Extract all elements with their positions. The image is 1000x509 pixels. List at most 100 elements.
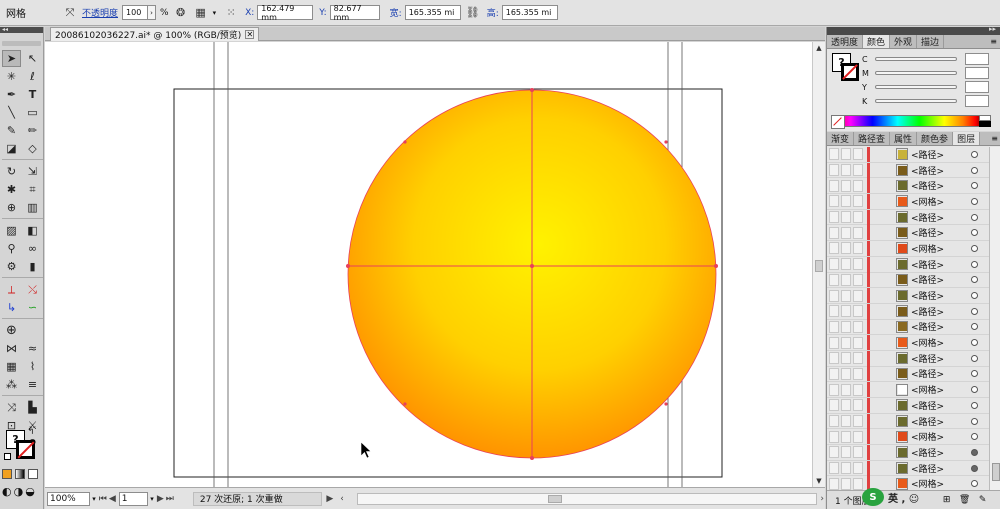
canvas-area[interactable]: [45, 42, 812, 487]
blob-brush-tool-icon[interactable]: ◪: [2, 140, 21, 157]
edit-toggle[interactable]: [853, 289, 863, 302]
lock-toggle[interactable]: [841, 336, 851, 349]
visibility-toggle[interactable]: [829, 273, 839, 286]
layer-row[interactable]: <路径>: [827, 272, 989, 289]
layer-row[interactable]: <路径>: [827, 303, 989, 320]
magenta-slider[interactable]: [875, 71, 957, 75]
target-circle-icon[interactable]: [971, 464, 978, 472]
layers-scrollbar[interactable]: [989, 147, 1000, 490]
none-mode-icon[interactable]: [28, 469, 38, 479]
layer-row[interactable]: <路径>: [827, 209, 989, 226]
lock-toggle[interactable]: [841, 430, 851, 443]
width-input[interactable]: 165.355 mi: [404, 5, 461, 20]
edit-toggle[interactable]: [853, 367, 863, 380]
opacity-input[interactable]: 100: [122, 5, 149, 20]
target-circle-icon[interactable]: [971, 354, 978, 362]
target-circle-icon[interactable]: [971, 276, 978, 284]
magenta-input[interactable]: [965, 67, 989, 79]
lasso-tool-icon[interactable]: ℓ: [23, 68, 42, 85]
lock-toggle[interactable]: [841, 211, 851, 224]
tab-attributes[interactable]: 属性: [890, 132, 918, 145]
gradient-tool-icon[interactable]: ◧: [23, 222, 42, 239]
yellow-input[interactable]: [965, 81, 989, 93]
list-tool-icon[interactable]: ≡: [23, 376, 42, 393]
artboard-number-field[interactable]: 1: [118, 491, 149, 506]
target-circle-icon[interactable]: [971, 323, 978, 331]
shape-builder-tool-icon[interactable]: ⊕: [2, 199, 21, 216]
tab-pathfinder[interactable]: 路径查: [854, 132, 891, 145]
target-circle-icon[interactable]: [971, 480, 978, 488]
lock-toggle[interactable]: [841, 258, 851, 271]
last-artboard-icon[interactable]: ⏭: [166, 494, 174, 504]
magic-wand-tool-icon[interactable]: ✳: [2, 68, 21, 85]
lock-toggle[interactable]: [841, 367, 851, 380]
edit-toggle[interactable]: [853, 164, 863, 177]
black-slider[interactable]: [875, 99, 957, 103]
lock-toggle[interactable]: [841, 462, 851, 475]
edit-toggle[interactable]: [853, 242, 863, 255]
edit-toggle[interactable]: [853, 195, 863, 208]
target-circle-icon[interactable]: [971, 401, 978, 409]
target-circle-icon[interactable]: [971, 307, 978, 315]
lock-toggle[interactable]: [841, 289, 851, 302]
first-artboard-icon[interactable]: ⏮: [99, 494, 107, 504]
layer-row[interactable]: <路径>: [827, 319, 989, 336]
visibility-toggle[interactable]: [829, 320, 839, 333]
cyan-slider[interactable]: [875, 57, 957, 61]
horizontal-scroll-thumb[interactable]: [547, 494, 562, 503]
line-tool-icon[interactable]: ╲: [2, 104, 21, 121]
zoom-dropdown-icon[interactable]: ▾: [92, 495, 96, 503]
lock-toggle[interactable]: [841, 446, 851, 459]
layer-row[interactable]: <路径>: [827, 413, 989, 430]
recolor-icon[interactable]: ❂: [174, 6, 188, 20]
visibility-toggle[interactable]: [829, 446, 839, 459]
direct-selection-tool-icon[interactable]: ↖: [23, 50, 42, 67]
live-paint-tool-icon[interactable]: ▥: [23, 199, 42, 216]
visibility-toggle[interactable]: [829, 258, 839, 271]
layer-row[interactable]: <网格>: [827, 382, 989, 398]
free-transform-tool-icon[interactable]: ⌗: [23, 181, 42, 198]
prev-artboard-icon[interactable]: ◀: [109, 494, 116, 504]
layer-row[interactable]: <路径>: [827, 162, 989, 179]
target-circle-icon[interactable]: [971, 197, 978, 205]
target-circle-icon[interactable]: [971, 229, 978, 237]
y-input[interactable]: 82.677 mm: [329, 4, 380, 22]
layers-scroll-thumb[interactable]: [992, 463, 1000, 481]
visibility-toggle[interactable]: [829, 399, 839, 412]
eraser-tool-icon[interactable]: ◇: [23, 140, 42, 157]
layer-row[interactable]: <路径>: [827, 460, 989, 477]
wrench-icon[interactable]: ✎: [977, 494, 989, 506]
lock-toggle[interactable]: [841, 148, 851, 161]
column-graph-tool-icon[interactable]: ▮: [23, 258, 42, 275]
lock-toggle[interactable]: [841, 477, 851, 490]
paintbrush-tool-icon[interactable]: ✎: [2, 122, 21, 139]
edit-toggle[interactable]: [853, 148, 863, 161]
draw-inside-icon[interactable]: ◒: [25, 485, 35, 498]
target-circle-icon[interactable]: [971, 448, 978, 456]
edit-toggle[interactable]: [853, 415, 863, 428]
transform-icon[interactable]: ⤧: [63, 6, 77, 20]
tab-appearance[interactable]: 外观: [890, 35, 918, 48]
draw-normal-icon[interactable]: ◐: [2, 485, 12, 498]
selection-tool-icon[interactable]: ➤: [2, 50, 21, 67]
lock-toggle[interactable]: [841, 273, 851, 286]
lock-toggle[interactable]: [841, 415, 851, 428]
visibility-toggle[interactable]: [829, 477, 839, 490]
target-circle-icon[interactable]: [971, 370, 978, 378]
draw-behind-icon[interactable]: ◑: [14, 485, 24, 498]
bracket-tool-icon[interactable]: ⋈: [2, 340, 21, 357]
edit-toggle[interactable]: [853, 462, 863, 475]
visibility-toggle[interactable]: [829, 430, 839, 443]
edit-toggle[interactable]: [853, 399, 863, 412]
scroll-left-icon[interactable]: ‹: [340, 494, 344, 504]
visibility-toggle[interactable]: [829, 242, 839, 255]
target-circle-icon[interactable]: [971, 150, 978, 158]
stroke-swatch[interactable]: [16, 440, 35, 459]
edit-toggle[interactable]: [853, 383, 863, 396]
vertical-scrollbar[interactable]: ▲ ▼: [812, 42, 825, 487]
rotate-tool-icon[interactable]: ↻: [2, 163, 21, 180]
edit-toggle[interactable]: [853, 320, 863, 333]
white-black-swatches[interactable]: [979, 115, 991, 127]
visibility-toggle[interactable]: [829, 305, 839, 318]
layer-row[interactable]: <路径>: [827, 147, 989, 163]
